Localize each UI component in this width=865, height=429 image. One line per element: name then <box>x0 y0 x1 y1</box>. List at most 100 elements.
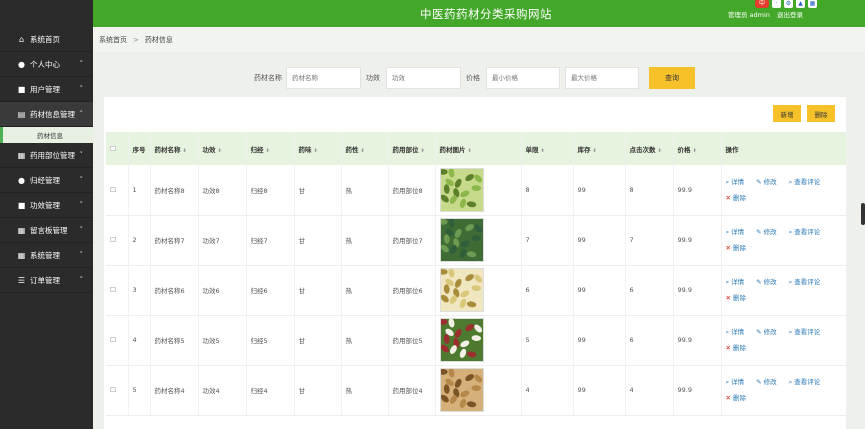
row-checkbox[interactable] <box>110 337 116 342</box>
herb-nature: 热 <box>341 215 389 266</box>
row-checkbox[interactable] <box>110 237 116 242</box>
row-checkbox[interactable] <box>110 387 116 392</box>
sidebar-item-4[interactable]: ▦ 药用部位管理 ˅ <box>0 143 93 168</box>
header-cell[interactable]: 药用部位 ⬍ <box>388 132 436 165</box>
search-icon: ⌕ <box>788 328 793 336</box>
row-select-cell[interactable] <box>106 265 129 316</box>
row-select-cell[interactable] <box>106 165 129 216</box>
header-cell[interactable]: 归经 ⬍ <box>246 132 295 165</box>
header-cell[interactable]: 点击次数 ⬍ <box>625 132 674 165</box>
gear-icon: ⚙ <box>784 0 793 8</box>
sidebar-item-0[interactable]: ⌂ 系统首页 <box>0 27 93 52</box>
chevron-icon: ˅ <box>79 85 84 93</box>
comments-link[interactable]: ⌕ 查看评论 <box>789 324 827 340</box>
row-select-cell[interactable] <box>106 215 129 266</box>
grid-icon: ▦ <box>17 150 26 160</box>
row-select-cell[interactable] <box>106 365 129 416</box>
edit-link[interactable]: ✎ 修改 <box>756 274 782 290</box>
sidebar-item-5[interactable]: ● 归经管理 ˅ <box>0 168 93 193</box>
shirt-icon: ▲ <box>796 0 805 8</box>
herb-part: 药用部位4 <box>388 365 436 416</box>
row-select-cell[interactable] <box>106 315 129 366</box>
sidebar-item-6[interactable]: ■ 功效管理 ˅ <box>0 193 93 218</box>
folder-icon: ■ <box>17 84 26 94</box>
logout-link[interactable]: 退出登录 <box>777 11 803 19</box>
delete-link[interactable]: ✕ 删除 <box>726 190 752 206</box>
herb-part: 药用部位8 <box>388 165 436 216</box>
detail-link[interactable]: ⌕ 详情 <box>726 224 751 240</box>
header-cell[interactable]: 价格 ⬍ <box>673 132 722 165</box>
sort-icon: ⬍ <box>592 147 597 154</box>
detail-link[interactable]: ⌕ 详情 <box>726 174 751 190</box>
delete-link[interactable]: ✕ 删除 <box>726 240 752 256</box>
name-input[interactable] <box>286 67 361 89</box>
chevron-icon: ˅ <box>79 201 84 209</box>
sidebar-item-8[interactable]: ▦ 系统管理 ˅ <box>0 243 93 268</box>
detail-link[interactable]: ⌕ 详情 <box>726 324 751 340</box>
sidebar-item-9[interactable]: ☰ 订单管理 ˅ <box>0 268 93 293</box>
header-cell[interactable]: 库存 ⬍ <box>573 132 626 165</box>
herb-meridian: 归经5 <box>246 315 295 366</box>
herb-name: 药材名称8 <box>150 165 199 216</box>
row-actions: ⌕ 详情 ✎ 修改 ⌕ 查看评论 ✕ 删除 <box>721 165 847 216</box>
page-scrollbar[interactable] <box>861 203 865 225</box>
edit-link[interactable]: ✎ 修改 <box>756 174 782 190</box>
grid-icon: ▦ <box>17 250 26 260</box>
delete-link[interactable]: ✕ 删除 <box>726 390 752 406</box>
delete-button[interactable]: 删除 <box>807 105 835 122</box>
comments-link[interactable]: ⌕ 查看评论 <box>789 224 827 240</box>
header-cell[interactable]: 药味 ⬍ <box>294 132 342 165</box>
edit-link[interactable]: ✎ 修改 <box>756 324 782 340</box>
sidebar-item-label: 功效管理 <box>30 200 60 210</box>
chevron-icon: ˄ <box>79 110 84 118</box>
sort-icon: ⬍ <box>692 147 697 154</box>
comments-link[interactable]: ⌕ 查看评论 <box>789 174 827 190</box>
edit-link[interactable]: ✎ 修改 <box>756 224 782 240</box>
sidebar-subitem-herb-info[interactable]: 药材信息 <box>0 127 93 143</box>
chevron-icon: ˅ <box>79 276 84 284</box>
add-button[interactable]: 新增 <box>773 105 801 122</box>
header-cell[interactable]: 药性 ⬍ <box>341 132 389 165</box>
header-cell[interactable]: 药材名称 ⬍ <box>150 132 199 165</box>
herb-taste: 甘 <box>294 265 342 316</box>
herb-limit: 6 <box>521 265 574 316</box>
min-price-input[interactable] <box>486 67 560 89</box>
sort-icon: ⬍ <box>360 147 365 154</box>
comments-link[interactable]: ⌕ 查看评论 <box>789 374 827 390</box>
header-cell[interactable]: 药材图片 ⬍ <box>435 132 522 165</box>
delete-link[interactable]: ✕ 删除 <box>726 290 752 306</box>
sidebar-item-2[interactable]: ■ 用户管理 ˅ <box>0 77 93 102</box>
select-all-cell[interactable] <box>106 132 129 165</box>
herb-meridian: 归经7 <box>246 215 295 266</box>
row-actions: ⌕ 详情 ✎ 修改 ⌕ 查看评论 ✕ 删除 <box>721 215 847 266</box>
header-cell[interactable]: 功效 ⬍ <box>198 132 247 165</box>
grid-icon: ▦ <box>17 225 26 235</box>
detail-link[interactable]: ⌕ 详情 <box>726 374 751 390</box>
row-checkbox[interactable] <box>110 186 116 192</box>
sidebar-top <box>0 0 93 27</box>
row-checkbox[interactable] <box>110 287 116 292</box>
header-cell[interactable]: 单限 ⬍ <box>521 132 574 165</box>
pencil-icon: ✎ <box>756 177 762 186</box>
herb-taste: 甘 <box>294 165 342 216</box>
effect-input[interactable] <box>386 67 461 89</box>
sidebar-item-7[interactable]: ▦ 留言板管理 ˅ <box>0 218 93 243</box>
pencil-icon: ✎ <box>756 278 762 286</box>
table-row: 2 药材名称7 功效7 归经7 甘热药用部位7 7 99 7 99.9 ⌕ 详情 ✎ 修改 ⌕ 查看评论 ✕ 删… <box>106 215 847 266</box>
input-method-badge: 中 <box>755 0 769 8</box>
select-all-checkbox[interactable] <box>110 145 116 151</box>
breadcrumb-home[interactable]: 系统首页 <box>99 35 127 45</box>
sidebar-item-label: 归经管理 <box>30 175 60 185</box>
query-button[interactable]: 查询 <box>649 67 695 89</box>
sidebar-item-1[interactable]: ● 个人中心 ˅ <box>0 52 93 77</box>
herb-price: 99.9 <box>673 215 722 266</box>
max-price-input[interactable] <box>565 67 639 89</box>
herb-table: 序号 药材名称 ⬍ 功效 ⬍ 归经 ⬍ 药味 ⬍ 药性 ⬍ 药用部位 ⬍ 药材图片 ⬍ 单限 ⬍… <box>106 132 847 416</box>
edit-link[interactable]: ✎ 修改 <box>756 374 782 390</box>
delete-link[interactable]: ✕ 删除 <box>726 340 752 356</box>
person-icon: ● <box>18 59 25 69</box>
comments-link[interactable]: ⌕ 查看评论 <box>789 274 827 290</box>
close-icon: ✕ <box>725 244 731 252</box>
sidebar-item-3[interactable]: ▤ 药材信息管理 ˄ <box>0 102 93 127</box>
detail-link[interactable]: ⌕ 详情 <box>726 274 751 290</box>
